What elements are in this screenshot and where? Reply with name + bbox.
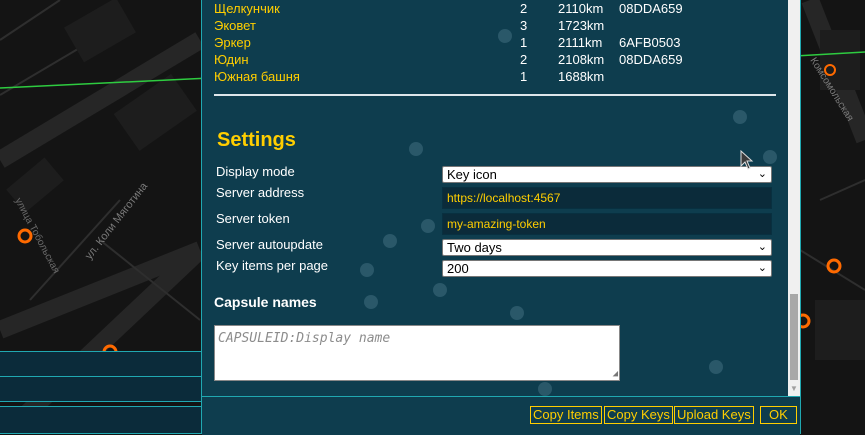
table-row: Эковет 3 1723km <box>214 17 683 34</box>
display-mode-label: Display mode <box>216 164 295 179</box>
capsule-names-heading: Capsule names <box>214 294 317 310</box>
map-side-panel <box>0 351 204 377</box>
key-count: 3 <box>520 18 528 33</box>
upload-keys-button[interactable]: Upload Keys <box>674 406 754 424</box>
server-token-input[interactable]: my-amazing-token <box>442 213 772 235</box>
key-name[interactable]: Эркер <box>214 34 520 51</box>
table-row: Юдин 2 2108km 08DDA659 <box>214 51 683 68</box>
key-items-per-page-label: Key items per page <box>216 258 329 273</box>
server-autoupdate-value: Two days <box>447 240 502 255</box>
key-name[interactable]: Юдин <box>214 51 520 68</box>
key-name[interactable]: Щелкунчик <box>214 0 520 17</box>
capsule-names-textarea[interactable]: CAPSULEID:Display name ◢ <box>214 325 620 381</box>
server-autoupdate-select[interactable]: Two days ⌄ <box>442 239 772 256</box>
key-items-per-page-select[interactable]: 200 ⌄ <box>442 260 772 277</box>
copy-items-button[interactable]: Copy Items <box>530 406 602 424</box>
map-side-panel <box>0 406 204 434</box>
keys-dialog: Щелкунчик 2 2110km 08DDA659 Эковет 3 172… <box>201 0 801 435</box>
server-address-input[interactable]: https://localhost:4567 <box>442 187 772 209</box>
resize-grip-icon[interactable]: ◢ <box>613 369 618 379</box>
dialog-content[interactable]: Щелкунчик 2 2110km 08DDA659 Эковет 3 172… <box>202 0 787 396</box>
capsule-names-placeholder: CAPSULEID:Display name <box>218 331 391 346</box>
settings-heading: Settings <box>217 129 296 151</box>
server-autoupdate-label: Server autoupdate <box>216 237 323 252</box>
key-capsule <box>619 68 683 85</box>
table-row: Южная башня 1 1688km <box>214 68 683 85</box>
key-capsule <box>619 17 683 34</box>
copy-keys-button[interactable]: Copy Keys <box>604 406 673 424</box>
key-name[interactable]: Эковет <box>214 17 520 34</box>
key-capsule: 6AFB0503 <box>619 35 681 50</box>
chevron-down-icon: ⌄ <box>757 168 767 180</box>
key-distance: 1723km <box>558 18 605 33</box>
key-distance: 2111km <box>558 35 603 50</box>
table-row: Щелкунчик 2 2110km 08DDA659 <box>214 0 683 17</box>
key-capsule: 08DDA659 <box>619 1 683 16</box>
key-count: 2 <box>520 1 528 16</box>
chevron-down-icon: ⌄ <box>757 241 767 253</box>
key-items-per-page-value: 200 <box>447 261 469 276</box>
scroll-down-arrow-icon[interactable]: ▼ <box>788 384 800 394</box>
key-distance: 2110km <box>558 1 604 16</box>
display-mode-select[interactable]: Key icon ⌄ <box>442 166 772 183</box>
key-distance: 2108km <box>558 52 605 67</box>
server-address-label: Server address <box>216 185 305 200</box>
chevron-down-icon: ⌄ <box>757 262 767 274</box>
keys-table: Щелкунчик 2 2110km 08DDA659 Эковет 3 172… <box>214 0 683 85</box>
vertical-scrollbar[interactable]: ▼ <box>788 0 800 396</box>
key-capsule: 08DDA659 <box>619 52 683 67</box>
ok-button[interactable]: OK <box>760 406 797 424</box>
key-count: 2 <box>520 52 528 67</box>
dialog-button-bar: Copy Items Copy Keys Upload Keys OK <box>202 396 800 435</box>
scrollbar-thumb[interactable] <box>790 294 798 380</box>
display-mode-value: Key icon <box>447 167 497 182</box>
key-distance: 1688km <box>558 69 605 84</box>
section-divider <box>214 94 776 96</box>
key-name[interactable]: Южная башня <box>214 68 520 85</box>
map-side-panel <box>0 376 204 402</box>
table-row: Эркер 1 2111km 6AFB0503 <box>214 34 683 51</box>
server-token-label: Server token <box>216 211 290 226</box>
mouse-cursor-icon <box>740 150 754 170</box>
key-count: 1 <box>520 35 528 50</box>
key-count: 1 <box>520 69 528 84</box>
